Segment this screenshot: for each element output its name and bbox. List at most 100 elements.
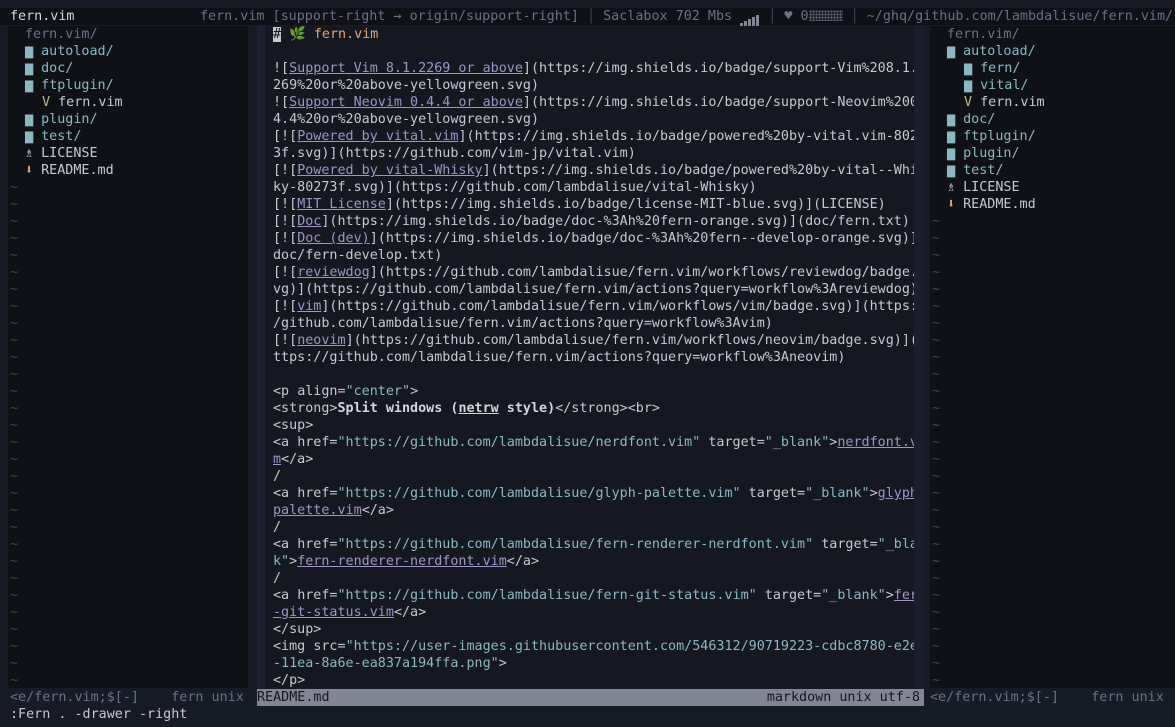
scrollbar[interactable] bbox=[914, 26, 924, 688]
buffer-line[interactable]: [![neovim](https://github.com/lambdalisu… bbox=[273, 332, 921, 349]
buffer-line[interactable]: [![vim](https://github.com/lambdalisue/f… bbox=[273, 298, 921, 315]
markdown-link[interactable]: Doc (dev) bbox=[297, 231, 370, 246]
markdown-link[interactable]: nerdfont.vi bbox=[837, 435, 921, 450]
tree-item[interactable]: ▆ plugin/ bbox=[8, 111, 248, 128]
buffer-line[interactable]: ![Support Neovim 0.4.4 or above](https:/… bbox=[273, 94, 921, 111]
tree-item[interactable]: ▆ fern/ bbox=[930, 60, 1175, 77]
markdown-link[interactable]: -git-status.vim bbox=[273, 605, 394, 620]
buffer-line[interactable] bbox=[273, 366, 921, 383]
buffer-line[interactable]: <a href="https://github.com/lambdalisue/… bbox=[273, 434, 921, 451]
folder-icon: ▆ bbox=[947, 129, 956, 144]
buffer-line[interactable]: 4.4%20or%20above-yellowgreen.svg) bbox=[273, 111, 921, 128]
editor-window[interactable]: # 🌿 fern.vim ![Support Vim 8.1.2269 or a… bbox=[257, 26, 924, 688]
buffer-text: ) bbox=[748, 180, 757, 195]
buffer-line[interactable]: ttps://github.com/lambdalisue/fern.vim/a… bbox=[273, 349, 921, 366]
command-line[interactable]: :Fern . -drawer -right bbox=[0, 706, 1175, 724]
left-fern-drawer[interactable]: fern.vim/▆ autoload/▆ doc/▆ ftplugin/V f… bbox=[8, 26, 248, 688]
buffer-line[interactable]: <a href="https://github.com/lambdalisue/… bbox=[273, 485, 921, 502]
buffer-line[interactable]: 3f.svg)](https://github.com/vim-jp/vital… bbox=[273, 145, 921, 162]
buffer-text: </sup> bbox=[273, 622, 322, 637]
buffer-line[interactable]: [![Powered by vital-Whisky](https://img.… bbox=[273, 162, 921, 179]
markdown-link[interactable]: vim bbox=[297, 299, 321, 314]
buffer-line[interactable]: /github.com/lambdalisue/fern.vim/actions… bbox=[273, 315, 921, 332]
buffer-line[interactable]: <a href="https://github.com/lambdalisue/… bbox=[273, 587, 921, 604]
tree-item[interactable]: ▆ plugin/ bbox=[930, 145, 1175, 162]
buffer-line[interactable]: <p align="center"> bbox=[273, 383, 921, 400]
tab-active[interactable]: fern.vim bbox=[0, 8, 192, 25]
markdown-link[interactable]: m bbox=[273, 452, 281, 467]
buffer-text: "https://github.com/lambdalisue/nerdfont… bbox=[337, 435, 701, 450]
buffer-text: <p bbox=[273, 384, 298, 399]
tree-root[interactable]: fern.vim/ bbox=[8, 26, 248, 43]
tree-item[interactable]: ♗ LICENSE bbox=[8, 145, 248, 162]
tabline: fern.vim fern.vim [support-right → origin… bbox=[0, 8, 1175, 27]
markdown-link[interactable]: fern-renderer-nerdfont.vim bbox=[297, 554, 507, 569]
tree-item[interactable]: ▆ ftplugin/ bbox=[8, 77, 248, 94]
buffer-text: https://github.com/vim-jp/vital.vim bbox=[345, 146, 628, 161]
empty-line-marker: ~ bbox=[932, 316, 941, 331]
buffer-line[interactable]: [![Powered by vital.vim](https://img.shi… bbox=[273, 128, 921, 145]
tree-item[interactable]: V fern.vim bbox=[8, 94, 248, 111]
tree-item[interactable]: ▆ test/ bbox=[8, 128, 248, 145]
markdown-link[interactable]: MIT License bbox=[297, 197, 386, 212]
buffer-line[interactable]: vg)](https://github.com/lambdalisue/fern… bbox=[273, 281, 921, 298]
tree-item-label: doc/ bbox=[41, 61, 74, 76]
empty-line-marker: ~ bbox=[10, 537, 19, 552]
buffer-line[interactable]: / bbox=[273, 519, 921, 536]
buffer-line[interactable]: <a href="https://github.com/lambdalisue/… bbox=[273, 536, 921, 553]
buffer-line[interactable]: </sup> bbox=[273, 621, 921, 638]
buffer-line[interactable] bbox=[273, 43, 921, 60]
buffer-line[interactable]: -git-status.vim</a> bbox=[273, 604, 921, 621]
markdown-link[interactable]: palette.vim bbox=[273, 503, 362, 518]
buffer-line[interactable]: / bbox=[273, 468, 921, 485]
tree-item[interactable]: ▆ autoload/ bbox=[930, 43, 1175, 60]
buffer-line[interactable]: [![Doc (dev)](https://img.shields.io/bad… bbox=[273, 230, 921, 247]
buffer-line[interactable]: palette.vim</a> bbox=[273, 502, 921, 519]
buffer-line[interactable]: [![Doc](https://img.shields.io/badge/doc… bbox=[273, 213, 921, 230]
buffer-line[interactable]: ![Support Vim 8.1.2269 or above](https:/… bbox=[273, 60, 921, 77]
markdown-link[interactable]: Powered by vital-Whisky bbox=[297, 163, 482, 178]
buffer-text: ]( bbox=[522, 61, 540, 76]
buffer-line[interactable]: 269%20or%20above-yellowgreen.svg) bbox=[273, 77, 921, 94]
buffer-text: src= bbox=[313, 639, 346, 654]
tree-item[interactable]: ▆ doc/ bbox=[930, 111, 1175, 128]
markdown-link[interactable]: neovim bbox=[297, 333, 345, 348]
buffer-line[interactable]: # 🌿 fern.vim bbox=[273, 26, 921, 43]
empty-line-marker: ~ bbox=[10, 503, 19, 518]
tree-item[interactable]: ▆ doc/ bbox=[8, 60, 248, 77]
buffer-line[interactable]: k">fern-renderer-nerdfont.vim</a> bbox=[273, 553, 921, 570]
tree-item[interactable]: ▆ autoload/ bbox=[8, 43, 248, 60]
tree-item[interactable]: ⬇ README.md bbox=[930, 196, 1175, 213]
buffer-text: [![ bbox=[273, 299, 298, 314]
tree-item[interactable]: ▆ ftplugin/ bbox=[930, 128, 1175, 145]
markdown-link[interactable]: reviewdog bbox=[297, 265, 370, 280]
buffer-line[interactable]: [![reviewdog](https://github.com/lambdal… bbox=[273, 264, 921, 281]
buffer-line[interactable]: doc/fern-develop.txt) bbox=[273, 247, 921, 264]
buffer-line[interactable]: <strong>Split windows (netrw style)</str… bbox=[273, 400, 921, 417]
markdown-link[interactable]: Support Neovim 0.4.4 or above bbox=[289, 95, 523, 110]
tree-item[interactable]: ⬇ README.md bbox=[8, 162, 248, 179]
tree-item[interactable]: ▆ test/ bbox=[930, 162, 1175, 179]
buffer-content[interactable]: # 🌿 fern.vim ![Support Vim 8.1.2269 or a… bbox=[273, 26, 921, 688]
buffer-line[interactable]: / bbox=[273, 570, 921, 587]
tree-root[interactable]: fern.vim/ bbox=[930, 26, 1175, 43]
buffer-line[interactable]: </p> bbox=[273, 672, 921, 688]
buffer-line[interactable]: -11ea-8a6e-ea837a194ffa.png"> bbox=[273, 655, 921, 672]
empty-line-marker: ~ bbox=[932, 231, 941, 246]
right-fern-drawer[interactable]: fern.vim/▆ autoload/▆ fern/▆ vital/V fer… bbox=[930, 26, 1175, 688]
buffer-text: ]( bbox=[345, 333, 362, 348]
empty-line-marker: ~ bbox=[10, 605, 19, 620]
buffer-line[interactable]: ky-80273f.svg)](https://github.com/lambd… bbox=[273, 179, 921, 196]
buffer-line[interactable]: <img src="https://user-images.githubuser… bbox=[273, 638, 921, 655]
tree-item[interactable]: ▆ vital/ bbox=[930, 77, 1175, 94]
text-cursor: # bbox=[273, 27, 282, 42]
buffer-line[interactable]: <sup> bbox=[273, 417, 921, 434]
statusline-filename: README.md bbox=[257, 690, 330, 705]
markdown-link[interactable]: Powered by vital.vim bbox=[297, 129, 458, 144]
markdown-link[interactable]: Doc bbox=[297, 214, 321, 229]
buffer-line[interactable]: m</a> bbox=[273, 451, 921, 468]
tree-item[interactable]: V fern.vim bbox=[930, 94, 1175, 111]
markdown-link[interactable]: Support Vim 8.1.2269 or above bbox=[289, 61, 523, 76]
tree-item[interactable]: ♗ LICENSE bbox=[930, 179, 1175, 196]
buffer-line[interactable]: [![MIT License](https://img.shields.io/b… bbox=[273, 196, 921, 213]
